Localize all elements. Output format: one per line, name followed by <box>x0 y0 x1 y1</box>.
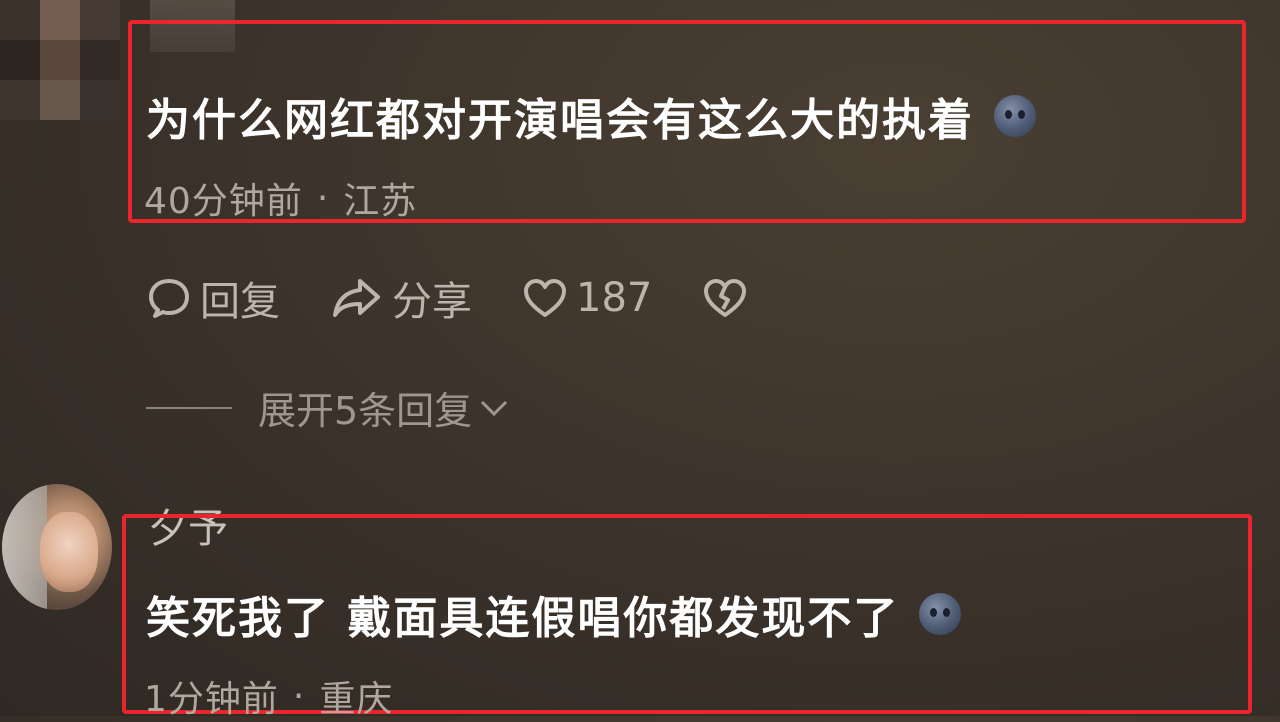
dislike-button[interactable] <box>702 275 756 321</box>
face-emoji-icon <box>919 593 962 635</box>
avatar[interactable] <box>0 0 120 130</box>
comment-bubble-icon <box>149 279 189 318</box>
reply-button[interactable]: 回复 <box>146 269 280 327</box>
face-emoji-icon <box>994 95 1036 137</box>
like-button[interactable]: 187 <box>522 275 652 321</box>
divider-line <box>146 406 232 409</box>
user-avatar[interactable] <box>2 484 112 610</box>
meta-separator: · <box>316 177 330 219</box>
meta-separator: · <box>292 675 306 717</box>
broken-heart-icon <box>704 279 747 317</box>
comment-location: 重庆 <box>319 679 394 720</box>
comment-meta: 1分钟前 · 重庆 <box>144 670 393 722</box>
like-count: 187 <box>576 275 653 321</box>
comment-text: 为什么网红都对开演唱会有这么大的执着 <box>146 95 974 146</box>
chevron-down-icon <box>481 400 508 416</box>
share-label: 分享 <box>392 279 472 325</box>
comment-text: 笑死我了 戴面具连假唱你都发现不了 <box>146 593 900 644</box>
share-button[interactable]: 分享 <box>330 269 472 327</box>
expand-label: 展开5条回复 <box>258 389 473 433</box>
comment-time: 1分钟前 <box>144 679 279 720</box>
comment-body: 笑死我了 戴面具连假唱你都发现不了 <box>146 582 962 646</box>
comment-meta: 40分钟前 · 江苏 <box>144 172 417 224</box>
comment-actions: 回复 分享 187 <box>146 270 806 326</box>
reply-label: 回复 <box>200 279 280 325</box>
heart-icon <box>524 279 566 317</box>
share-arrow-icon <box>333 279 380 317</box>
comment-time: 40分钟前 <box>144 181 303 222</box>
comment-location: 江苏 <box>343 181 418 222</box>
expand-replies[interactable]: 展开5条回复 <box>146 380 512 435</box>
comment-body: 为什么网红都对开演唱会有这么大的执着 <box>146 84 1036 148</box>
